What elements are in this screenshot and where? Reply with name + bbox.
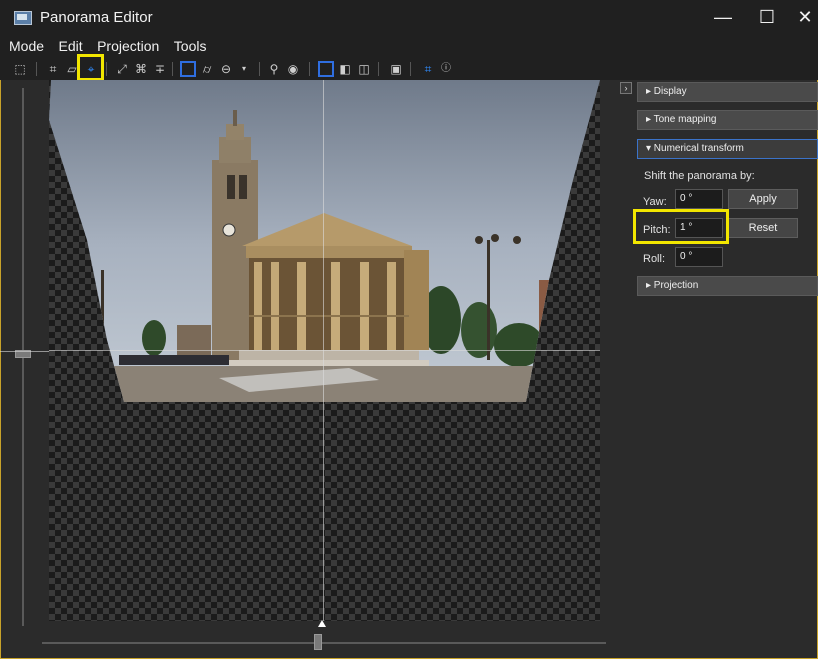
rectilinear-icon[interactable]: [180, 61, 196, 77]
collapse-panel-button[interactable]: ›: [620, 82, 632, 94]
toolbar-separator: [36, 62, 37, 76]
horizontal-fov-slider-thumb[interactable]: [314, 634, 322, 650]
reset-button[interactable]: Reset: [728, 218, 798, 238]
dropdown-icon[interactable]: ▾: [236, 61, 252, 77]
section-tone-mapping[interactable]: ▸ Tone mapping: [637, 110, 818, 130]
menu-edit[interactable]: Edit: [53, 36, 87, 56]
toolbar-separator: [172, 62, 173, 76]
menu-projection[interactable]: Projection: [92, 36, 164, 56]
toolbar-separator: [378, 62, 379, 76]
overview-icon[interactable]: ▣: [388, 61, 404, 77]
help-icon[interactable]: ⓘ: [438, 61, 454, 77]
yaw-field[interactable]: 0 °: [675, 189, 723, 209]
identify-icon[interactable]: ⌗: [420, 61, 436, 77]
fit-icon[interactable]: ⤢: [114, 61, 130, 77]
horizon-guide-line: [49, 350, 600, 351]
roll-label: Roll:: [643, 253, 666, 265]
section-display[interactable]: ▸ Display: [637, 82, 818, 102]
view-full-icon[interactable]: [318, 61, 334, 77]
preview-icon[interactable]: ◉: [285, 61, 301, 77]
yaw-label: Yaw:: [643, 196, 667, 208]
section-numerical-transform[interactable]: ▾ Numerical transform: [637, 139, 818, 159]
equirectangular-icon[interactable]: ⊖: [218, 61, 234, 77]
center-icon[interactable]: ⌘: [133, 61, 149, 77]
toolbar: ⬚ ⌗ ▱ ⌖ ⤢ ⌘ ∓ ⌭ ⊖ ▾ ⚲ ◉ ◧ ◫ ▣ ⌗ ⓘ: [0, 58, 818, 80]
toolbar-separator: [259, 62, 260, 76]
window-title: Panorama Editor: [40, 9, 153, 26]
apply-button[interactable]: Apply: [728, 189, 798, 209]
layout-icon[interactable]: ⌗: [45, 61, 61, 77]
app-icon: [14, 11, 32, 25]
highlight-box-pitch: [633, 209, 729, 244]
menu-mode[interactable]: Mode: [4, 36, 49, 56]
horizontal-fov-slider-track[interactable]: [42, 642, 606, 644]
toolbar-separator: [309, 62, 310, 76]
panorama-preview[interactable]: [49, 80, 600, 621]
section-projection[interactable]: ▸ Projection: [637, 276, 818, 296]
menu-bar: Mode Edit Projection Tools: [0, 36, 818, 58]
shift-heading: Shift the panorama by:: [644, 170, 755, 182]
view-half-icon[interactable]: ◧: [337, 61, 353, 77]
select-icon[interactable]: ⬚: [12, 61, 28, 77]
toolbar-separator: [410, 62, 411, 76]
close-button[interactable]: ✕: [790, 4, 818, 30]
view-split-icon[interactable]: ◫: [356, 61, 372, 77]
cylindrical-icon[interactable]: ⌭: [199, 61, 215, 77]
title-bar: Panorama Editor — ☐ ✕: [0, 0, 818, 36]
highlight-box-move-drag: [77, 54, 104, 81]
minimize-button[interactable]: —: [708, 4, 738, 30]
straighten-icon[interactable]: ∓: [152, 61, 168, 77]
center-marker-icon: [318, 620, 326, 627]
roll-field[interactable]: 0 °: [675, 247, 723, 267]
menu-tools[interactable]: Tools: [169, 36, 212, 56]
zoom-icon[interactable]: ⚲: [266, 61, 282, 77]
toolbar-separator: [106, 62, 107, 76]
horizon-guide-extension: [0, 351, 49, 352]
maximize-button[interactable]: ☐: [752, 4, 782, 30]
